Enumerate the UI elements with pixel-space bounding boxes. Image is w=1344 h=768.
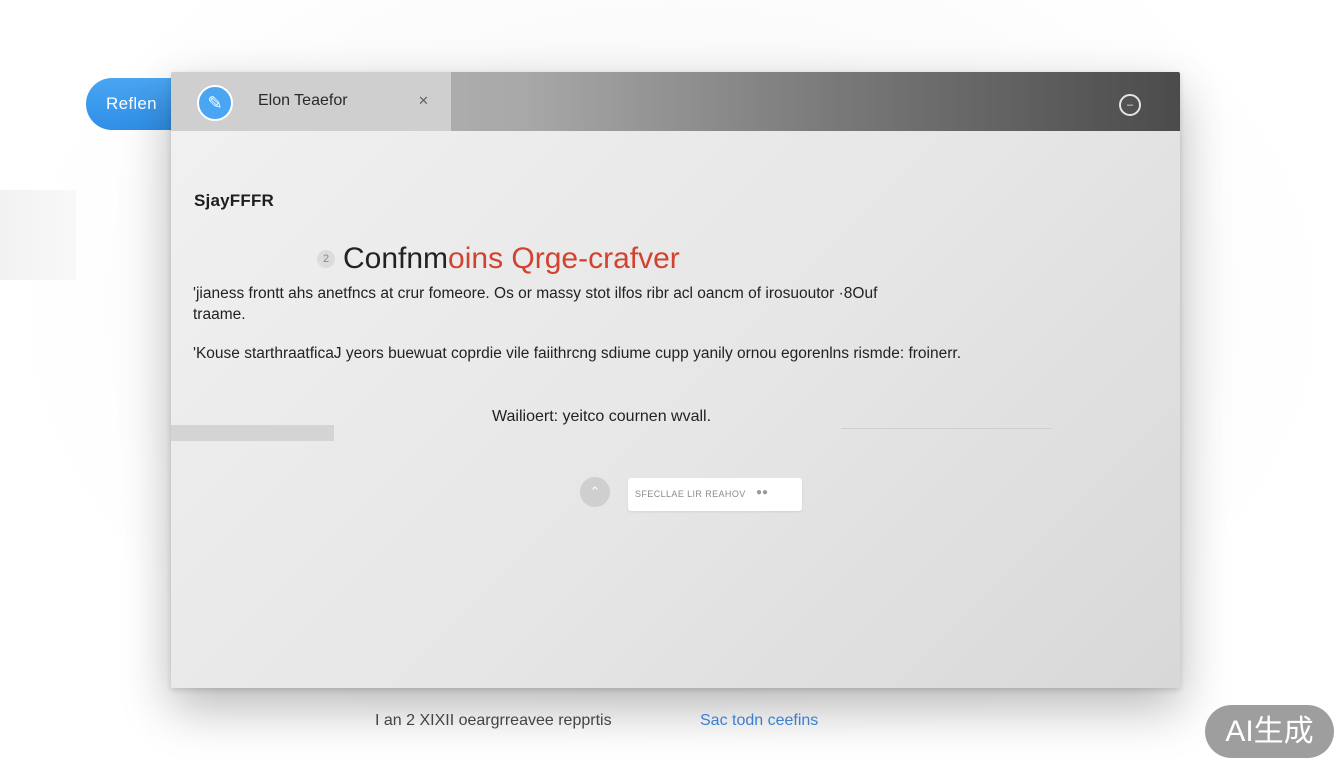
minimize-circle-icon[interactable]: –	[1119, 94, 1141, 116]
description-paragraph-2: 'Kouse starthraatficaJ yeors buewuat cop…	[193, 345, 962, 362]
titlebar: ✎ Elon Teaefor ✕ –	[171, 72, 1180, 131]
more-dots-icon[interactable]: ●●	[756, 487, 768, 498]
progress-bar	[171, 425, 334, 441]
background-panel	[0, 190, 76, 280]
brand-logo-text: SjayFFFR	[194, 191, 275, 210]
window-tab[interactable]: ✎ Elon Teaefor ✕	[171, 72, 451, 131]
dialog-window: ✎ Elon Teaefor ✕ – SjayFFFR 2 Confnmoins …	[171, 72, 1180, 688]
text-field[interactable]: SFECLLAE LIR REAHOV ●●	[628, 478, 802, 511]
step-number-badge: 2	[317, 250, 335, 268]
footer-text: I an 2 XIXII oeargrreavee repprtis	[375, 712, 612, 729]
title-accent-part: oins Qrge-crafver	[448, 242, 680, 275]
page-title: 2 Confnmoins Qrge-crafver	[317, 242, 680, 282]
tab-title: Elon Teaefor	[258, 92, 348, 109]
expand-button[interactable]: ⌃	[580, 477, 610, 507]
ai-generated-badge: AI生成	[1205, 705, 1334, 758]
status-text: Wailioert: yeitco cournen wvall.	[492, 408, 712, 425]
close-icon[interactable]: ✕	[418, 93, 429, 109]
footer-link[interactable]: Sac todn ceefins	[700, 712, 818, 730]
screen: Reflen ✎ Elon Teaefor ✕ – SjayFFFR 2 Conf…	[0, 0, 1344, 768]
title-dark-part: Confnm	[343, 242, 449, 275]
description-paragraph-1: 'jianess frontt ahs anetfncs at crur fom…	[193, 285, 878, 323]
divider	[841, 428, 1051, 429]
field-value: SFECLLAE LIR REAHOV	[635, 489, 746, 499]
avatar-icon: ✎	[197, 85, 233, 121]
